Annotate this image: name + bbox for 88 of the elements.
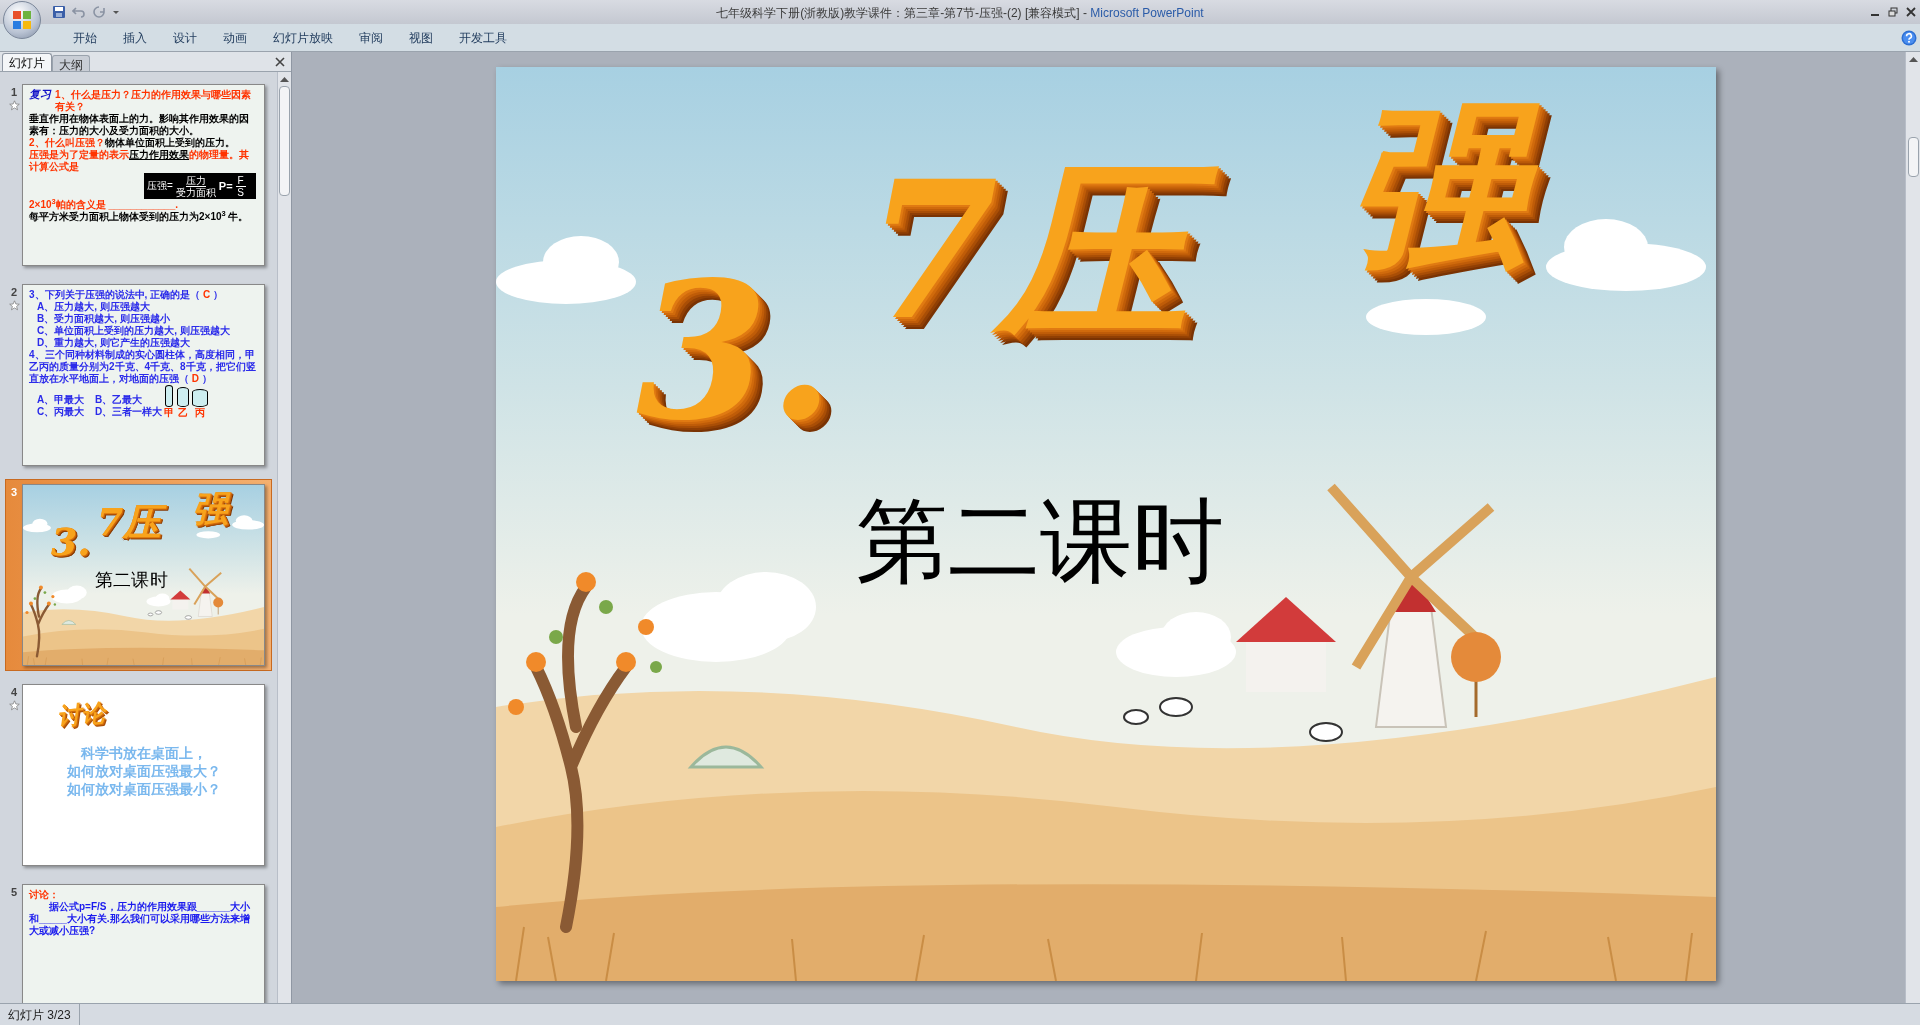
slide-title: 强 (1346, 77, 1566, 309)
office-button[interactable] (3, 1, 41, 39)
figure-label: 乙 (178, 407, 189, 418)
slide-thumbnail[interactable]: 讨论： 据公式p=F/S，压力的作用效果跟______大小和_____大小有关.那么我们可以采用哪些方法来增大或减小压强? (22, 884, 265, 1003)
slide-title: 3. (50, 518, 92, 566)
slide-text: A、压力越大, 则压强越大 (36, 301, 151, 313)
slide-text: 2×10$^{3}$帕的含义是 ____________. (29, 199, 179, 211)
slide-text: 1、什么是压力？压力的作用效果与哪些因素有关？ (55, 89, 252, 113)
slide-thumbnail-row[interactable]: 2 3、下列关于压强的说法中, 正确的是（ C ） A、压力越大, 则压强越大 B、受力面积越大, 则压强越小 C、单位面积上受到的压力越大, 则压强越大 D、重力越大, 则它产生的压强越大 4、三个同种材料制成的实心圆柱体，高度相同，甲乙丙的质量分别为2千克、4千克、8千克，把它们竖直放在水平地面上，对地面的压强（ D ） A、甲最大 B、乙最大 C、丙最大 D、三者一样大 甲 乙 丙 (5, 279, 272, 471)
slide-text: 科学书放在桌面上， (80, 744, 207, 762)
app-name: Microsoft PowerPoint (1090, 6, 1204, 20)
animation-star-icon[interactable] (8, 100, 20, 111)
slide-subtitle: 第二课时 (856, 487, 1224, 597)
slide-number: 3 (10, 486, 18, 498)
scrollbar[interactable] (1905, 52, 1920, 1003)
cylinder-drawing (165, 385, 174, 407)
slide-text: C、丙最大 (37, 406, 86, 418)
cylinder-drawing (192, 389, 209, 407)
slide-text: 3、下列关于压强的说法中, 正确的是（ C ） (29, 289, 224, 301)
slide-text: D、三者一样大 (95, 406, 163, 418)
slide-text: 4、三个同种材料制成的实心圆柱体，高度相同，甲乙丙的质量分别为2千克、4千克、8千克，把它们竖直放在水平地面上，对地面的压强（ D ） (29, 349, 257, 385)
slide-heading: 讨论 (55, 700, 107, 730)
formula-text: P= (218, 180, 233, 192)
animation-star-icon[interactable] (8, 700, 20, 711)
slide-text: B、受力面积越大, 则压强越小 (36, 313, 171, 325)
figure-label: 甲 (164, 407, 175, 418)
slide-counter: 幻灯片 3/23 (0, 1004, 80, 1025)
slide-text: 2、什么叫压强？物体单位面积上受到的压力。 (29, 137, 236, 149)
ribbon-tab[interactable]: 设计 (160, 27, 210, 48)
ribbon-tab[interactable]: 开始 (60, 27, 110, 48)
scroll-up-arrow-icon[interactable] (280, 76, 289, 82)
scrollbar-thumb[interactable] (279, 86, 290, 196)
slide-label: 复习 (29, 89, 51, 101)
slide-subtitle: 第二课时 (94, 568, 168, 591)
pane-tab[interactable]: 幻灯片 (2, 53, 52, 71)
figure-label: 丙 (195, 407, 206, 418)
scrollbar-thumb[interactable] (1907, 137, 1919, 177)
slide-number: 2 (10, 286, 18, 298)
slide-text: C、单位面积上受到的压力越大, 则压强越大 (36, 325, 231, 337)
slide-number: 5 (10, 886, 18, 898)
cylinder-drawing (177, 387, 190, 407)
slide-title: 7压 (96, 498, 169, 548)
formula-text: 受力面积 (175, 186, 216, 198)
animation-star-icon[interactable] (8, 300, 20, 311)
slide-thumbnail[interactable]: 3. 7压 强 第二课时 (22, 484, 265, 666)
formula-text: S (237, 186, 244, 198)
slide-text: 压强是为了定量的表示压力作用效果的物理量。其计算公式是 (29, 149, 250, 173)
redo-icon[interactable] (92, 5, 106, 19)
ribbon-tab[interactable]: 视图 (396, 27, 446, 48)
slide-title: 强 (192, 487, 232, 532)
slide-thumbnail-row[interactable]: 4 讨论 科学书放在桌面上， 如何放对桌面压强最大？ 如何放对桌面压强最小？ (5, 679, 272, 871)
formula-text: F (235, 174, 246, 187)
formula-text: 压强= (147, 181, 173, 191)
slide-text: 每平方米受力面积上物体受到的压力为2×10$^{3}$ 牛。 (29, 211, 250, 223)
restore-icon[interactable] (1888, 7, 1898, 17)
slide-thumbnail[interactable]: 3、下列关于压强的说法中, 正确的是（ C ） A、压力越大, 则压强越大 B、受力面积越大, 则压强越小 C、单位面积上受到的压力越大, 则压强越大 D、重力越大, 则它产生的压强越大 4、三个同种材料制成的实心圆柱体，高度相同，甲乙丙的质量分别为2千克、4千克、8千克，把它们竖直放在水平地面上，对地面的压强（ D ） A、甲最大 B、乙最大 C、丙最大 D、三者一样大 甲 乙 丙 (22, 284, 265, 466)
ribbon-tab[interactable]: 动画 (210, 27, 260, 48)
ribbon-tab[interactable]: 插入 (110, 27, 160, 48)
slide-thumbnail-row[interactable]: 5 讨论： 据公式p=F/S，压力的作用效果跟______大小和_____大小有关.那么我们可以采用哪些方法来增大或减小压强? (5, 879, 272, 1003)
slide-thumbnail-row[interactable]: 3 3. 7压 强 第二课时 (5, 479, 272, 671)
ribbon-tab[interactable]: 开发工具 (446, 27, 520, 48)
slide-text: 讨论： (29, 889, 60, 901)
slide-number: 1 (10, 86, 18, 98)
ribbon-tab[interactable]: 幻灯片放映 (260, 27, 346, 48)
slide-number: 4 (10, 686, 18, 698)
customize-dropdown-icon[interactable] (112, 8, 120, 16)
slide-text: A、甲最大 (37, 394, 86, 406)
slide-text: 如何放对桌面压强最小？ (66, 780, 221, 798)
title-separator: - (1082, 6, 1087, 20)
slide-text: 据公式p=F/S，压力的作用效果跟______大小和_____大小有关.那么我们可以采用哪些方法来增大或减小压强? (29, 901, 251, 937)
help-icon[interactable] (1901, 29, 1917, 46)
window-title: 七年级科学下册(浙教版)教学课件：第三章-第7节-压强-(2) [兼容模式] (716, 6, 1080, 20)
slide-text: 垂直作用在物体表面上的力。影响其作用效果的因素有：压力的大小及受力面积的大小。 (29, 113, 250, 137)
formula-text: 压力 (185, 174, 206, 187)
scrollbar[interactable] (277, 72, 291, 1003)
close-icon[interactable] (275, 57, 285, 67)
office-logo-icon (12, 10, 32, 30)
undo-icon[interactable] (72, 5, 86, 19)
save-icon[interactable] (52, 5, 66, 19)
pane-tab[interactable]: 大纲 (52, 55, 90, 71)
close-icon[interactable] (1906, 7, 1916, 17)
slide-text: 如何放对桌面压强最大？ (66, 762, 221, 780)
slide-text: B、乙最大 (95, 394, 144, 406)
scroll-up-arrow-icon[interactable] (1908, 56, 1918, 62)
slide-title: 3. (636, 238, 836, 464)
ribbon-tab[interactable]: 审阅 (346, 27, 396, 48)
slide-title: 7压 (866, 137, 1229, 381)
slide-text: D、重力越大, 则它产生的压强越大 (36, 337, 191, 349)
